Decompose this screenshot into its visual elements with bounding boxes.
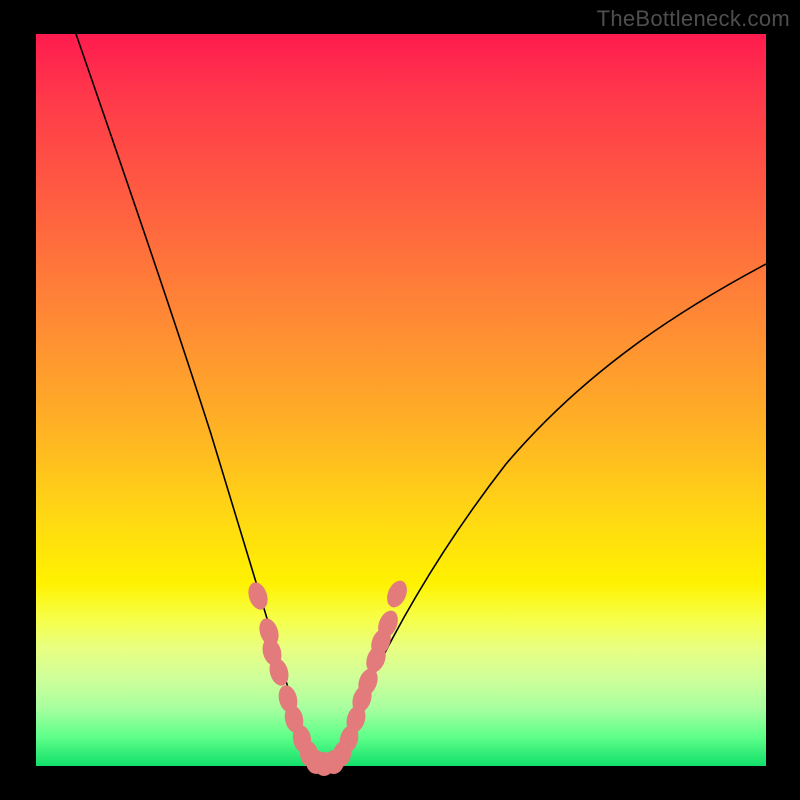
- bead: [383, 578, 411, 611]
- curve-left-branch: [76, 34, 323, 765]
- watermark-text: TheBottleneck.com: [597, 6, 790, 32]
- plot-area: [36, 34, 766, 766]
- bead: [245, 580, 271, 612]
- bead-group: [245, 578, 411, 776]
- bottleneck-curve: [36, 34, 766, 766]
- curve-right-branch: [323, 264, 766, 765]
- chart-frame: TheBottleneck.com: [0, 0, 800, 800]
